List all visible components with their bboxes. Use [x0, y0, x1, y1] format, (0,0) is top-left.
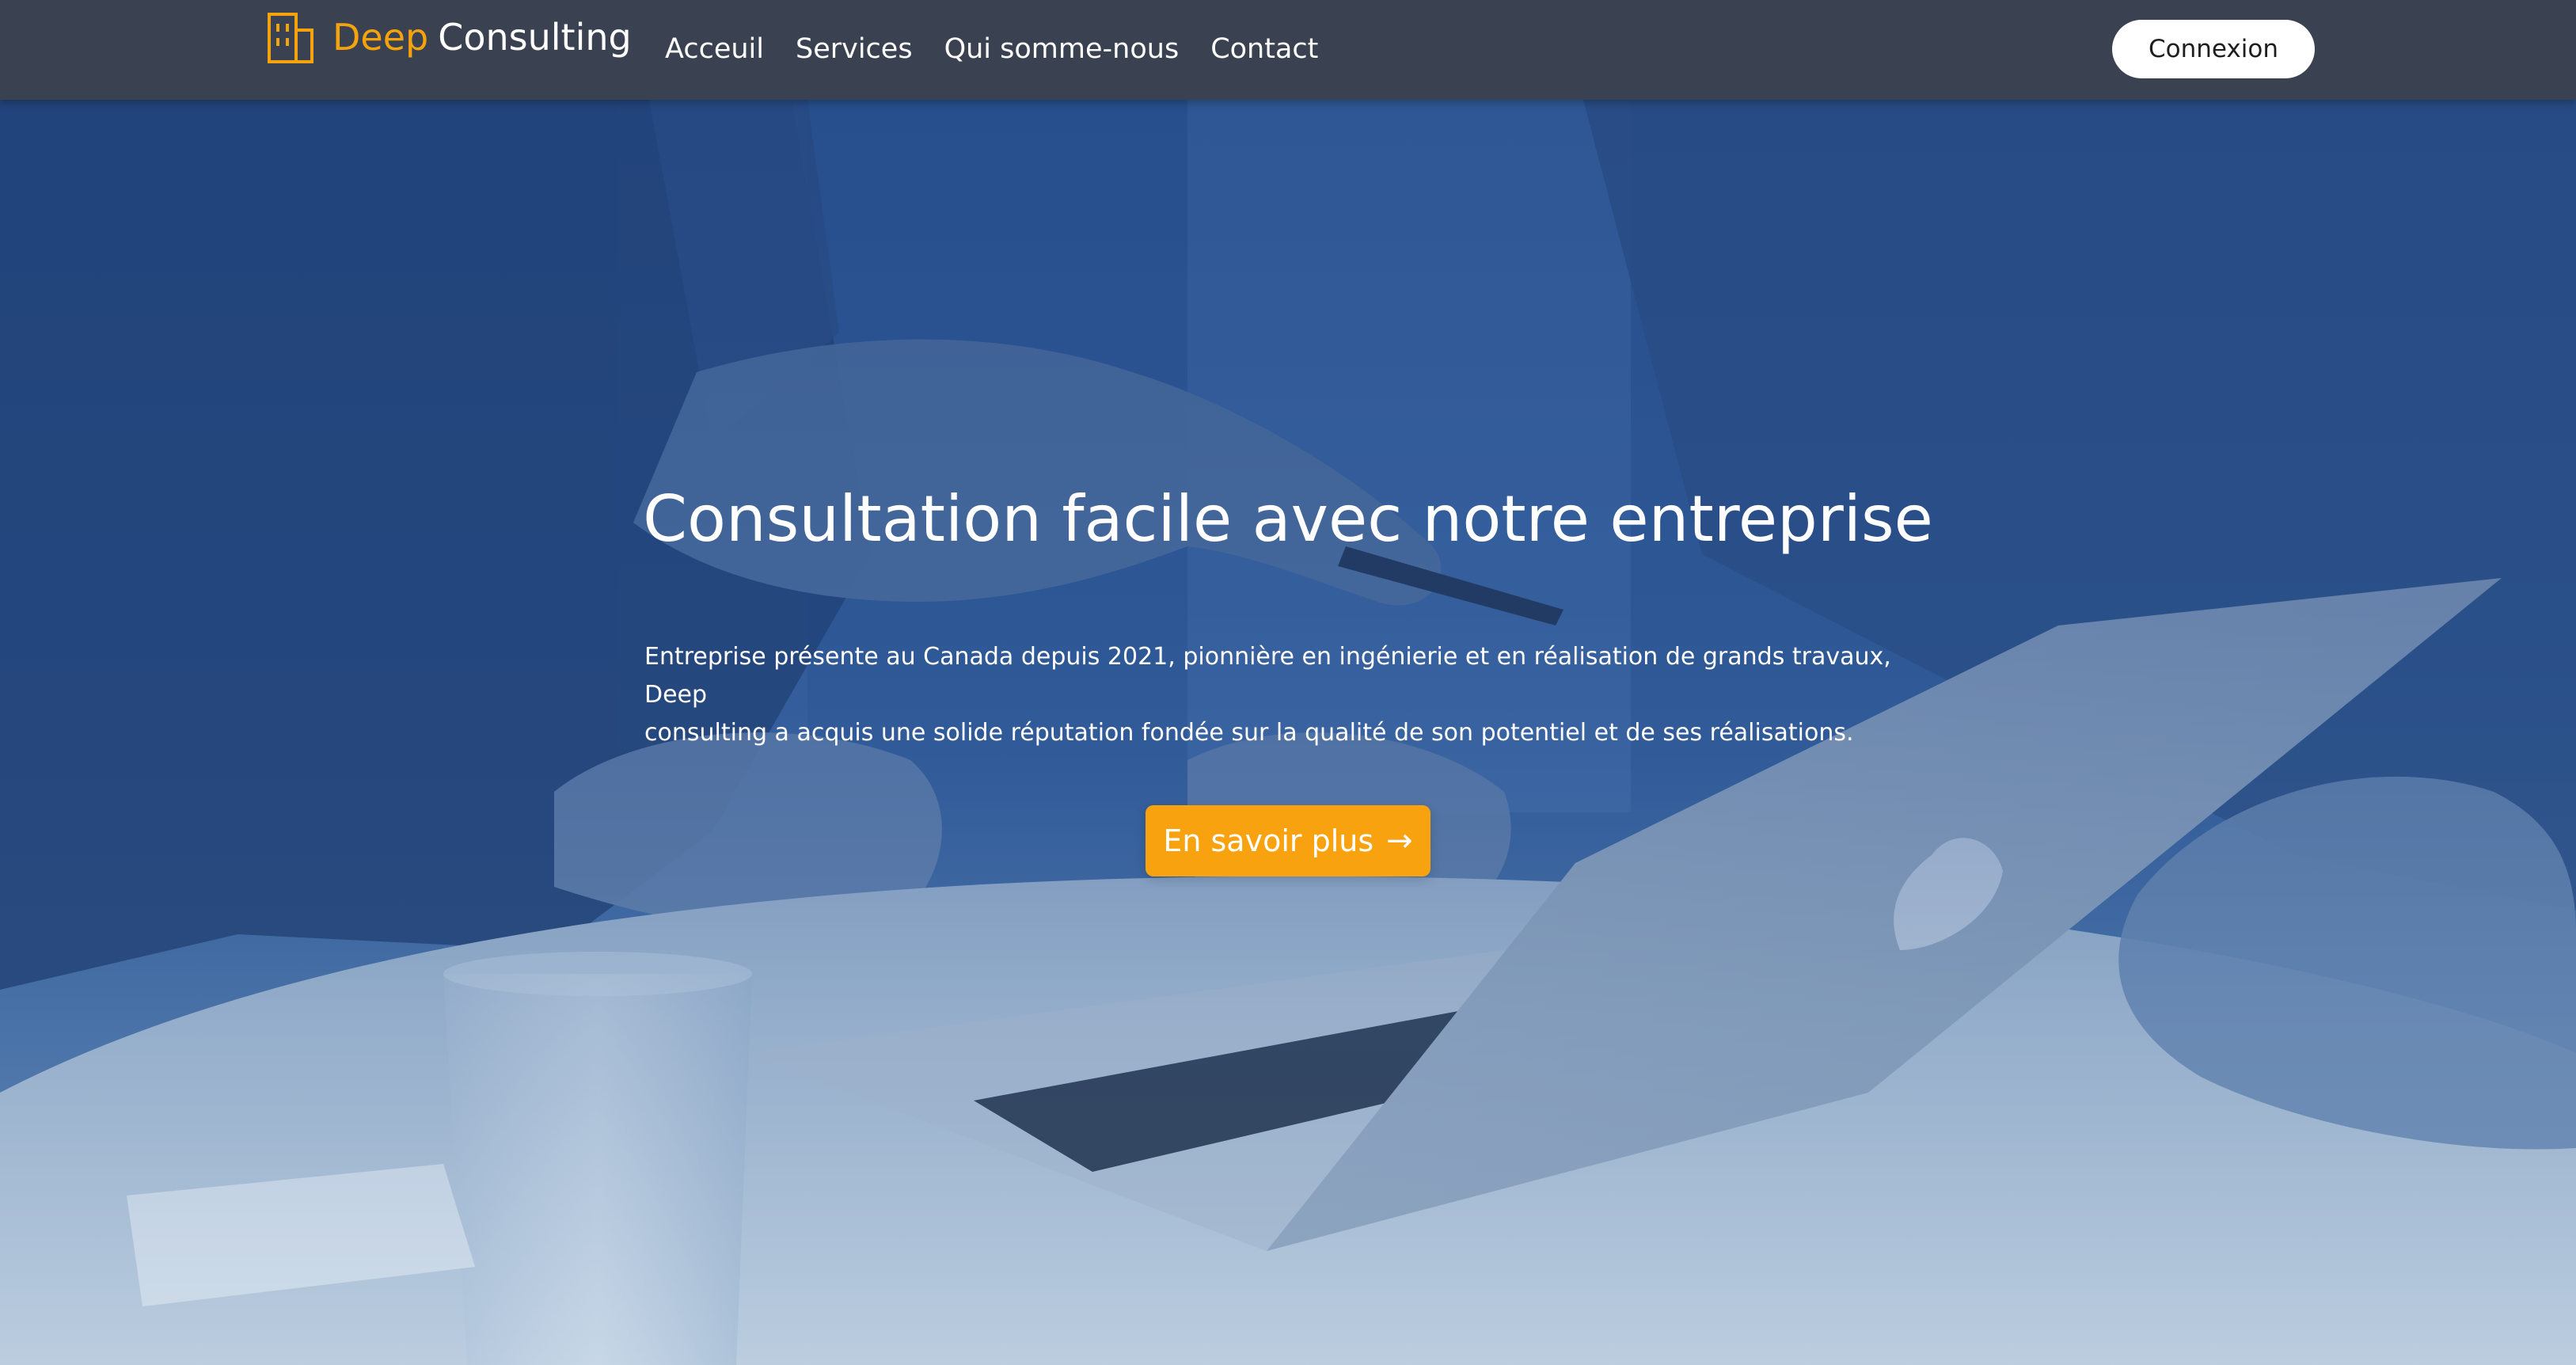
hero-section: Consultation facile avec notre entrepris… [0, 0, 2576, 1365]
hero-description-line1: Entreprise présente au Canada depuis 202… [644, 643, 1891, 709]
brand-logo[interactable]: Deep Consulting [264, 10, 632, 65]
nav-link-acceuil[interactable]: Acceuil [665, 33, 764, 65]
arrow-right-icon: → [1386, 823, 1413, 859]
nav-link-contact[interactable]: Contact [1210, 33, 1318, 65]
brand-name: Deep Consulting [332, 19, 632, 55]
brand-name-part1: Deep [332, 16, 429, 59]
brand-name-part2: Consulting [438, 16, 632, 59]
nav-link-qui-somme-nous[interactable]: Qui somme-nous [944, 33, 1180, 65]
login-button[interactable]: Connexion [2112, 20, 2315, 78]
hero-description: Entreprise présente au Canada depuis 202… [644, 638, 1919, 752]
top-navbar: Deep Consulting Acceuil Services Qui somm… [0, 0, 2576, 100]
hero-title: Consultation facile avec notre entrepris… [643, 482, 1933, 556]
nav-link-services[interactable]: Services [796, 33, 913, 65]
learn-more-button[interactable]: En savoir plus → [1146, 805, 1430, 876]
main-nav: Acceuil Services Qui somme-nous Contact [665, 27, 1350, 71]
learn-more-label: En savoir plus [1163, 823, 1374, 858]
landing-page: Deep Consulting Acceuil Services Qui somm… [0, 0, 2576, 1365]
building-icon [268, 13, 313, 63]
hero-description-line2: consulting a acquis une solide réputatio… [644, 719, 1854, 747]
